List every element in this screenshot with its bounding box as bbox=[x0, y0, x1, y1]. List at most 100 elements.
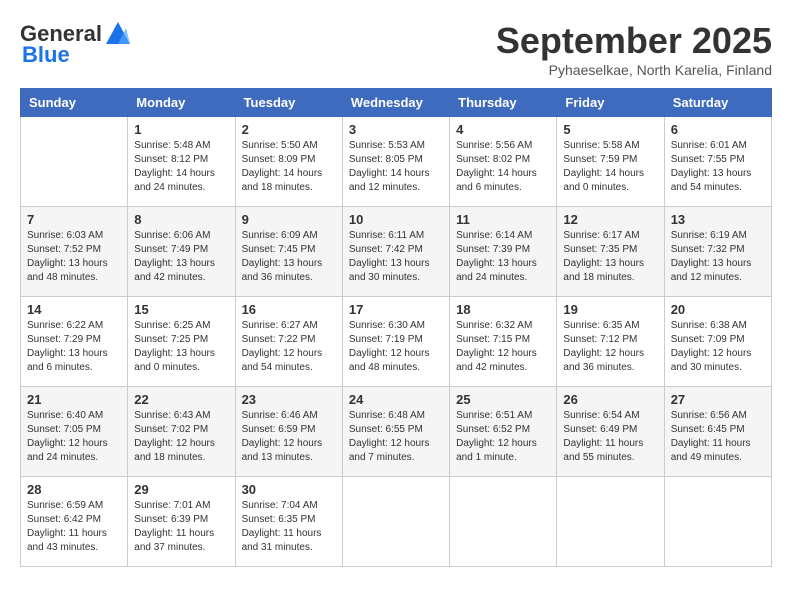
calendar-cell-w3d6: 27 Sunrise: 6:56 AM Sunset: 6:45 PM Dayli… bbox=[664, 387, 771, 477]
calendar-cell-w2d5: 19 Sunrise: 6:35 AM Sunset: 7:12 PM Dayli… bbox=[557, 297, 664, 387]
calendar-cell-w1d2: 9 Sunrise: 6:09 AM Sunset: 7:45 PM Daylig… bbox=[235, 207, 342, 297]
day-number: 25 bbox=[456, 392, 550, 407]
day-info: Sunrise: 6:30 AM Sunset: 7:19 PM Dayligh… bbox=[349, 319, 443, 375]
calendar-cell-w0d4: 4 Sunrise: 5:56 AM Sunset: 8:02 PM Daylig… bbox=[450, 117, 557, 207]
day-number: 16 bbox=[242, 302, 336, 317]
day-info: Sunrise: 6:22 AM Sunset: 7:29 PM Dayligh… bbox=[27, 319, 121, 375]
day-number: 10 bbox=[349, 212, 443, 227]
column-header-thursday: Thursday bbox=[450, 89, 557, 117]
day-info: Sunrise: 6:25 AM Sunset: 7:25 PM Dayligh… bbox=[134, 319, 228, 375]
day-number: 3 bbox=[349, 122, 443, 137]
day-number: 4 bbox=[456, 122, 550, 137]
day-info: Sunrise: 6:19 AM Sunset: 7:32 PM Dayligh… bbox=[671, 229, 765, 285]
logo-icon bbox=[104, 20, 132, 48]
day-number: 26 bbox=[563, 392, 657, 407]
day-info: Sunrise: 6:17 AM Sunset: 7:35 PM Dayligh… bbox=[563, 229, 657, 285]
calendar-cell-w4d6 bbox=[664, 477, 771, 567]
day-info: Sunrise: 6:38 AM Sunset: 7:09 PM Dayligh… bbox=[671, 319, 765, 375]
day-info: Sunrise: 6:54 AM Sunset: 6:49 PM Dayligh… bbox=[563, 409, 657, 465]
calendar-cell-w3d0: 21 Sunrise: 6:40 AM Sunset: 7:05 PM Dayli… bbox=[21, 387, 128, 477]
day-info: Sunrise: 5:50 AM Sunset: 8:09 PM Dayligh… bbox=[242, 139, 336, 195]
day-info: Sunrise: 6:35 AM Sunset: 7:12 PM Dayligh… bbox=[563, 319, 657, 375]
day-number: 18 bbox=[456, 302, 550, 317]
day-number: 7 bbox=[27, 212, 121, 227]
day-number: 2 bbox=[242, 122, 336, 137]
calendar-cell-w0d5: 5Sunrise: 5:58 AM Sunset: 7:59 PM Daylig… bbox=[557, 117, 664, 207]
calendar-cell-w1d1: 8Sunrise: 6:06 AM Sunset: 7:49 PM Daylig… bbox=[128, 207, 235, 297]
day-info: Sunrise: 6:14 AM Sunset: 7:39 PM Dayligh… bbox=[456, 229, 550, 285]
day-info: Sunrise: 5:53 AM Sunset: 8:05 PM Dayligh… bbox=[349, 139, 443, 195]
calendar-cell-w0d2: 2 Sunrise: 5:50 AM Sunset: 8:09 PM Daylig… bbox=[235, 117, 342, 207]
day-number: 15 bbox=[134, 302, 228, 317]
calendar-cell-w2d1: 15 Sunrise: 6:25 AM Sunset: 7:25 PM Dayli… bbox=[128, 297, 235, 387]
day-info: Sunrise: 6:51 AM Sunset: 6:52 PM Dayligh… bbox=[456, 409, 550, 465]
calendar-cell-w2d3: 17 Sunrise: 6:30 AM Sunset: 7:19 PM Dayli… bbox=[342, 297, 449, 387]
day-number: 12 bbox=[563, 212, 657, 227]
day-number: 20 bbox=[671, 302, 765, 317]
calendar-cell-w2d6: 20 Sunrise: 6:38 AM Sunset: 7:09 PM Dayli… bbox=[664, 297, 771, 387]
day-info: Sunrise: 6:03 AM Sunset: 7:52 PM Dayligh… bbox=[27, 229, 121, 285]
logo-blue-text: Blue bbox=[22, 42, 70, 68]
day-number: 28 bbox=[27, 482, 121, 497]
day-number: 14 bbox=[27, 302, 121, 317]
calendar-cell-w4d0: 28 Sunrise: 6:59 AM Sunset: 6:42 PM Dayli… bbox=[21, 477, 128, 567]
day-number: 1 bbox=[134, 122, 228, 137]
day-number: 24 bbox=[349, 392, 443, 407]
calendar-cell-w2d0: 14 Sunrise: 6:22 AM Sunset: 7:29 PM Dayli… bbox=[21, 297, 128, 387]
day-number: 13 bbox=[671, 212, 765, 227]
calendar-cell-w0d0 bbox=[21, 117, 128, 207]
calendar-cell-w3d3: 24 Sunrise: 6:48 AM Sunset: 6:55 PM Dayli… bbox=[342, 387, 449, 477]
day-info: Sunrise: 6:11 AM Sunset: 7:42 PM Dayligh… bbox=[349, 229, 443, 285]
column-header-monday: Monday bbox=[128, 89, 235, 117]
logo: General Blue bbox=[20, 20, 132, 68]
day-number: 23 bbox=[242, 392, 336, 407]
day-info: Sunrise: 6:01 AM Sunset: 7:55 PM Dayligh… bbox=[671, 139, 765, 195]
day-info: Sunrise: 7:01 AM Sunset: 6:39 PM Dayligh… bbox=[134, 499, 228, 555]
calendar-cell-w3d4: 25 Sunrise: 6:51 AM Sunset: 6:52 PM Dayli… bbox=[450, 387, 557, 477]
calendar-cell-w0d1: 1Sunrise: 5:48 AM Sunset: 8:12 PM Daylig… bbox=[128, 117, 235, 207]
calendar-cell-w1d0: 7 Sunrise: 6:03 AM Sunset: 7:52 PM Daylig… bbox=[21, 207, 128, 297]
calendar-cell-w4d4 bbox=[450, 477, 557, 567]
day-number: 11 bbox=[456, 212, 550, 227]
day-number: 27 bbox=[671, 392, 765, 407]
column-header-wednesday: Wednesday bbox=[342, 89, 449, 117]
calendar-cell-w1d6: 13 Sunrise: 6:19 AM Sunset: 7:32 PM Dayli… bbox=[664, 207, 771, 297]
calendar-cell-w0d6: 6 Sunrise: 6:01 AM Sunset: 7:55 PM Daylig… bbox=[664, 117, 771, 207]
day-info: Sunrise: 6:59 AM Sunset: 6:42 PM Dayligh… bbox=[27, 499, 121, 555]
day-number: 22 bbox=[134, 392, 228, 407]
day-info: Sunrise: 5:56 AM Sunset: 8:02 PM Dayligh… bbox=[456, 139, 550, 195]
page-header: General Blue September 2025 Pyhaeselkae,… bbox=[20, 20, 772, 78]
day-number: 19 bbox=[563, 302, 657, 317]
day-info: Sunrise: 6:48 AM Sunset: 6:55 PM Dayligh… bbox=[349, 409, 443, 465]
month-title: September 2025 bbox=[496, 20, 772, 62]
day-number: 6 bbox=[671, 122, 765, 137]
column-header-tuesday: Tuesday bbox=[235, 89, 342, 117]
day-info: Sunrise: 6:43 AM Sunset: 7:02 PM Dayligh… bbox=[134, 409, 228, 465]
calendar-cell-w2d2: 16 Sunrise: 6:27 AM Sunset: 7:22 PM Dayli… bbox=[235, 297, 342, 387]
day-number: 17 bbox=[349, 302, 443, 317]
day-number: 30 bbox=[242, 482, 336, 497]
day-info: Sunrise: 6:27 AM Sunset: 7:22 PM Dayligh… bbox=[242, 319, 336, 375]
calendar-cell-w4d2: 30 Sunrise: 7:04 AM Sunset: 6:35 PM Dayli… bbox=[235, 477, 342, 567]
day-info: Sunrise: 6:32 AM Sunset: 7:15 PM Dayligh… bbox=[456, 319, 550, 375]
calendar-cell-w3d5: 26 Sunrise: 6:54 AM Sunset: 6:49 PM Dayli… bbox=[557, 387, 664, 477]
calendar-cell-w4d5 bbox=[557, 477, 664, 567]
title-section: September 2025 Pyhaeselkae, North Kareli… bbox=[496, 20, 772, 78]
day-number: 21 bbox=[27, 392, 121, 407]
day-number: 9 bbox=[242, 212, 336, 227]
day-info: Sunrise: 6:09 AM Sunset: 7:45 PM Dayligh… bbox=[242, 229, 336, 285]
calendar-cell-w1d3: 10 Sunrise: 6:11 AM Sunset: 7:42 PM Dayli… bbox=[342, 207, 449, 297]
column-header-saturday: Saturday bbox=[664, 89, 771, 117]
calendar-cell-w3d1: 22 Sunrise: 6:43 AM Sunset: 7:02 PM Dayli… bbox=[128, 387, 235, 477]
day-info: Sunrise: 6:40 AM Sunset: 7:05 PM Dayligh… bbox=[27, 409, 121, 465]
calendar-table: SundayMondayTuesdayWednesdayThursdayFrid… bbox=[20, 88, 772, 567]
day-info: Sunrise: 6:46 AM Sunset: 6:59 PM Dayligh… bbox=[242, 409, 336, 465]
day-info: Sunrise: 5:58 AM Sunset: 7:59 PM Dayligh… bbox=[563, 139, 657, 195]
location-subtitle: Pyhaeselkae, North Karelia, Finland bbox=[496, 62, 772, 78]
column-header-sunday: Sunday bbox=[21, 89, 128, 117]
calendar-cell-w4d3 bbox=[342, 477, 449, 567]
calendar-cell-w0d3: 3 Sunrise: 5:53 AM Sunset: 8:05 PM Daylig… bbox=[342, 117, 449, 207]
day-info: Sunrise: 6:56 AM Sunset: 6:45 PM Dayligh… bbox=[671, 409, 765, 465]
day-number: 8 bbox=[134, 212, 228, 227]
day-info: Sunrise: 7:04 AM Sunset: 6:35 PM Dayligh… bbox=[242, 499, 336, 555]
